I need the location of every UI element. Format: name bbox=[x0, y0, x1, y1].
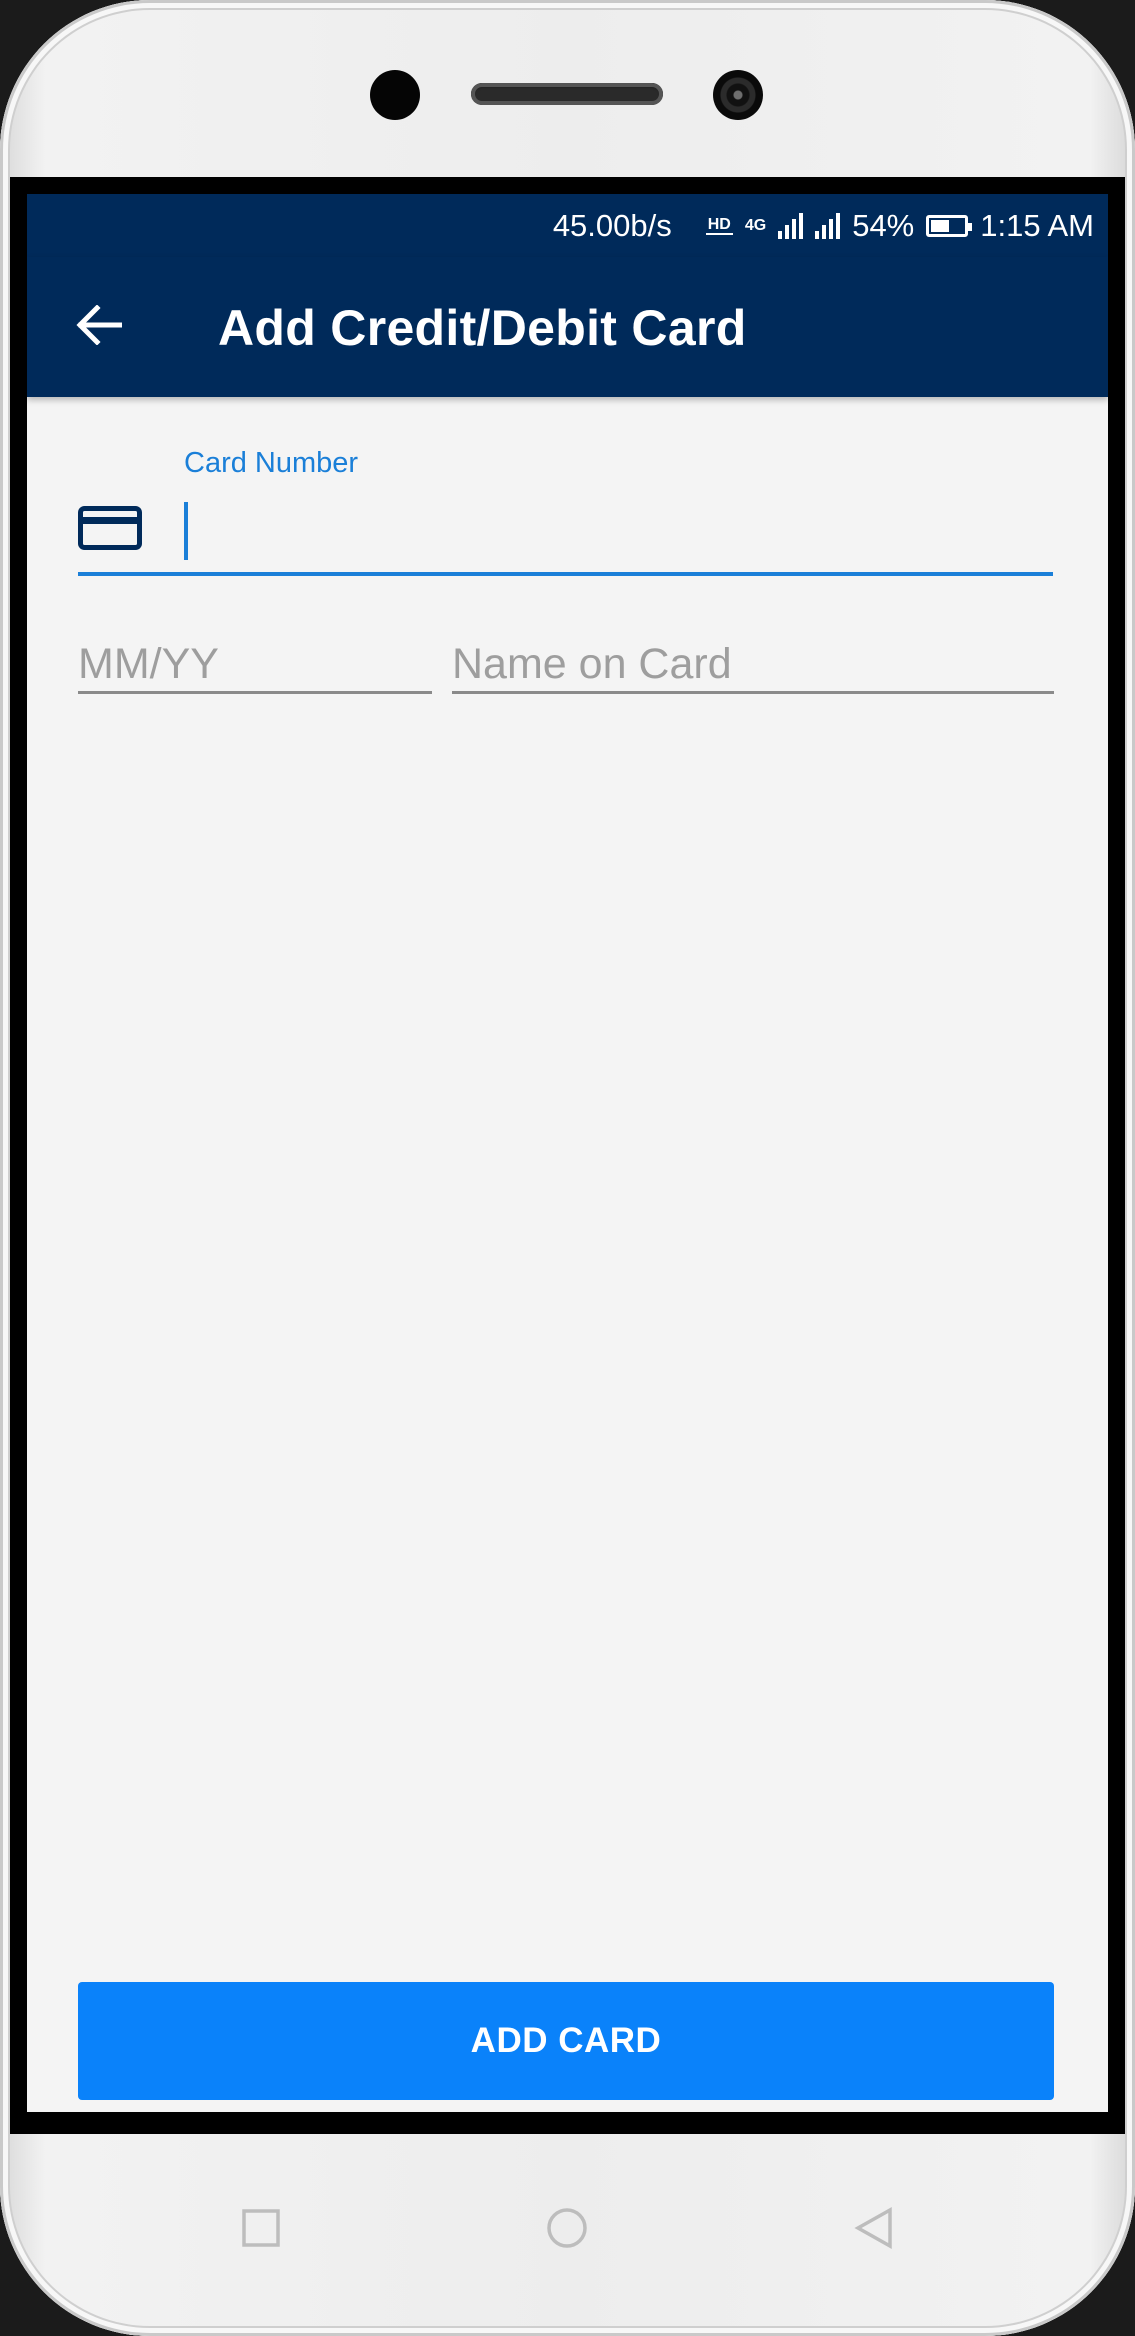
expiry-underline bbox=[78, 691, 432, 694]
screen: 45.00b/s HD 4G 54% 1:15 AM Add Credit/De… bbox=[27, 194, 1108, 2112]
card-number-underline bbox=[78, 572, 1053, 576]
name-on-card-field[interactable]: Name on Card bbox=[452, 614, 1054, 694]
hd-voice-icon: HD bbox=[705, 216, 733, 235]
card-number-input[interactable] bbox=[184, 494, 1079, 574]
signal-icon-sim2 bbox=[815, 213, 841, 239]
nav-back-button[interactable] bbox=[844, 2198, 904, 2258]
home-button[interactable] bbox=[537, 2198, 597, 2258]
circle-icon bbox=[547, 2208, 587, 2248]
status-bar: 45.00b/s HD 4G 54% 1:15 AM bbox=[27, 194, 1108, 257]
page-title: Add Credit/Debit Card bbox=[218, 300, 747, 356]
earpiece-speaker bbox=[471, 83, 663, 105]
front-camera bbox=[713, 70, 763, 120]
clock: 1:15 AM bbox=[980, 208, 1094, 243]
phone-frame: 45.00b/s HD 4G 54% 1:15 AM Add Credit/De… bbox=[0, 0, 1135, 2336]
triangle-left-icon bbox=[854, 2207, 892, 2249]
network-type: 4G bbox=[744, 217, 767, 234]
add-card-button[interactable]: ADD CARD bbox=[78, 1982, 1054, 2100]
name-on-card-placeholder: Name on Card bbox=[452, 640, 732, 688]
battery-percent: 54% bbox=[852, 208, 915, 243]
expiry-placeholder: MM/YY bbox=[78, 640, 219, 688]
battery-icon bbox=[926, 215, 973, 237]
credit-card-icon bbox=[78, 506, 142, 550]
name-on-card-underline bbox=[452, 691, 1054, 694]
text-caret bbox=[184, 502, 188, 560]
square-icon bbox=[242, 2209, 280, 2247]
proximity-sensor bbox=[370, 70, 420, 120]
card-number-label: Card Number bbox=[184, 447, 359, 479]
status-icons: 45.00b/s HD 4G 54% 1:15 AM bbox=[553, 208, 1094, 244]
app-bar: Add Credit/Debit Card bbox=[27, 257, 1108, 397]
back-button[interactable] bbox=[69, 295, 129, 355]
recent-apps-button[interactable] bbox=[231, 2198, 291, 2258]
signal-icon bbox=[778, 213, 804, 239]
arrow-left-icon bbox=[76, 305, 122, 345]
network-speed: 45.00b/s bbox=[552, 208, 672, 243]
expiry-field[interactable]: MM/YY bbox=[78, 614, 432, 694]
